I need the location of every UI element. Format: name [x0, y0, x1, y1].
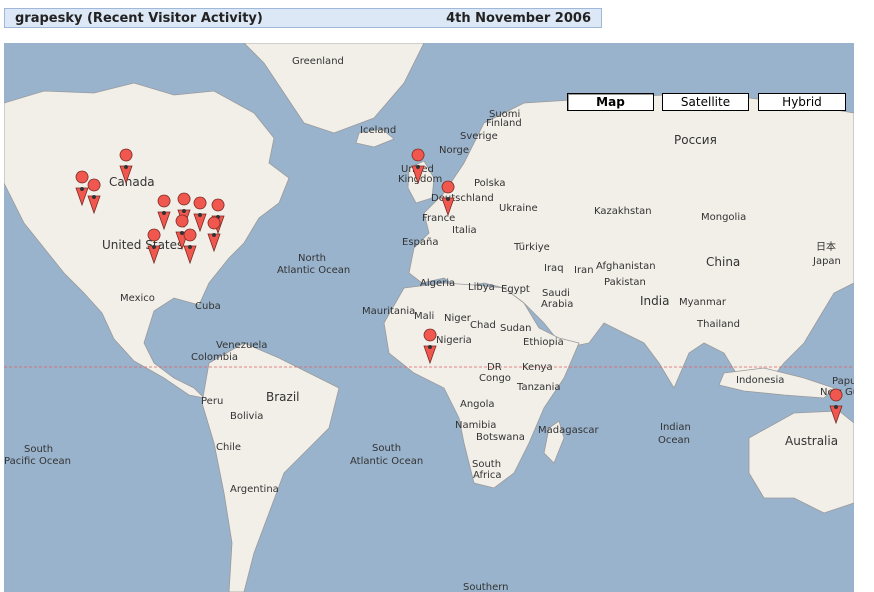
label-south-pacific-1: South — [24, 444, 53, 455]
map-type-hybrid-button[interactable]: Hybrid — [758, 93, 846, 111]
label-venezuela: Venezuela — [216, 340, 267, 351]
label-egypt: Egypt — [501, 284, 530, 295]
label-united-states: United States — [102, 238, 183, 252]
label-madagascar: Madagascar — [538, 425, 600, 436]
label-deutschland: Deutschland — [431, 193, 494, 204]
label-mexico: Mexico — [120, 293, 155, 304]
label-pakistan: Pakistan — [604, 277, 646, 288]
label-saudi-1: Saudi — [542, 288, 570, 299]
label-colombia: Colombia — [191, 352, 238, 363]
label-italia: Italia — [452, 225, 477, 236]
page-title: grapesky (Recent Visitor Activity) — [15, 10, 263, 26]
label-iceland: Iceland — [360, 125, 396, 136]
label-thailand: Thailand — [696, 319, 740, 330]
label-mali: Mali — [414, 311, 434, 322]
label-brazil: Brazil — [266, 390, 300, 404]
label-indian-ocean-2: Ocean — [658, 435, 690, 446]
label-papua: Papu — [832, 376, 854, 387]
label-afghanistan: Afghanistan — [596, 261, 656, 272]
label-argentina: Argentina — [230, 484, 279, 495]
label-saudi-2: Arabia — [541, 299, 573, 310]
label-greenland: Greenland — [292, 56, 344, 67]
label-nigeria: Nigeria — [436, 335, 472, 346]
label-ukraine: Ukraine — [499, 203, 538, 214]
label-france: France — [422, 213, 455, 224]
label-turkiye: Türkiye — [513, 242, 550, 253]
label-botswana: Botswana — [476, 432, 525, 443]
label-sverige: Sverige — [460, 131, 498, 142]
label-indian-ocean-1: Indian — [660, 422, 691, 433]
label-tanzania: Tanzania — [516, 382, 561, 393]
label-dr: DR — [487, 362, 502, 373]
label-mauritania: Mauritania — [362, 306, 415, 317]
label-russia: Россия — [674, 133, 717, 147]
label-iran: Iran — [574, 265, 594, 276]
label-australia: Australia — [785, 434, 838, 448]
label-peru: Peru — [201, 396, 223, 407]
label-finland: Finland — [486, 118, 522, 129]
label-angola: Angola — [460, 399, 495, 410]
label-south-africa-1: South — [472, 459, 501, 470]
label-indonesia: Indonesia — [736, 375, 784, 386]
label-algeria: Algeria — [420, 278, 455, 289]
label-japan-native: 日本 — [816, 240, 836, 253]
label-libya: Libya — [468, 282, 495, 293]
label-north-atlantic-2: Atlantic Ocean — [277, 265, 350, 276]
label-kazakhstan: Kazakhstan — [594, 206, 652, 217]
label-bolivia: Bolivia — [230, 411, 263, 422]
label-japan: Japan — [812, 256, 841, 267]
label-india: India — [640, 294, 669, 308]
label-south-atlantic-1: South — [372, 443, 401, 454]
label-polska: Polska — [474, 178, 506, 189]
label-south-atlantic-2: Atlantic Ocean — [350, 456, 423, 467]
label-sudan: Sudan — [500, 323, 532, 334]
label-espana: España — [402, 237, 438, 248]
label-south-africa-2: Africa — [473, 470, 502, 481]
label-myanmar: Myanmar — [679, 297, 727, 308]
label-congo: Congo — [479, 373, 511, 384]
label-chile: Chile — [216, 442, 241, 453]
label-norge: Norge — [439, 145, 469, 156]
label-mongolia: Mongolia — [701, 212, 746, 223]
label-southern: Southern — [463, 582, 509, 592]
label-iraq: Iraq — [544, 263, 564, 274]
map-type-satellite-button[interactable]: Satellite — [662, 93, 749, 111]
map-canvas: Greenland Iceland Suomi Finland Sverige … — [4, 43, 854, 592]
world-map[interactable]: Greenland Iceland Suomi Finland Sverige … — [4, 43, 854, 592]
label-chad: Chad — [470, 320, 496, 331]
label-niger: Niger — [444, 313, 472, 324]
page-header: grapesky (Recent Visitor Activity) 4th N… — [4, 8, 602, 28]
label-cuba: Cuba — [195, 301, 221, 312]
label-china: China — [706, 255, 740, 269]
label-north-atlantic-1: North — [298, 253, 326, 264]
map-type-map-button[interactable]: Map — [567, 93, 654, 111]
label-namibia: Namibia — [455, 420, 496, 431]
header-date: 4th November 2006 — [446, 10, 591, 26]
label-ethiopia: Ethiopia — [523, 337, 564, 348]
label-kenya: Kenya — [522, 362, 553, 373]
label-canada: Canada — [109, 175, 155, 189]
label-south-pacific-2: Pacific Ocean — [4, 456, 71, 467]
